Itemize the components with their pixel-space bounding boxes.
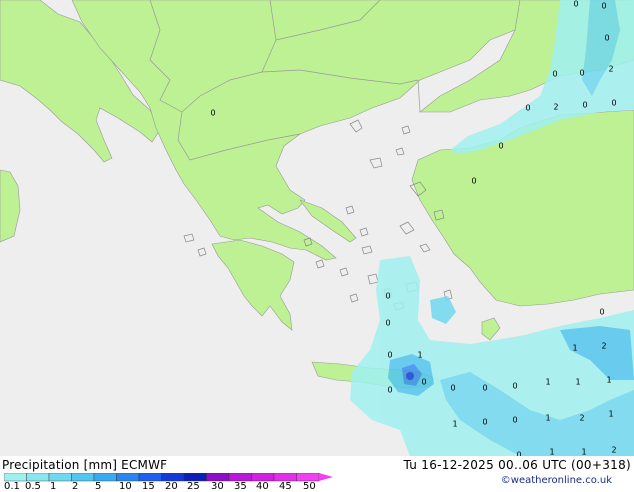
point-value-label: 1 xyxy=(452,420,457,429)
point-value-label: 0 xyxy=(482,418,487,427)
legend-tick-label: 2 xyxy=(72,481,79,492)
point-value-label: 0 xyxy=(579,69,584,78)
point-value-label: 2 xyxy=(579,414,584,423)
legend-swatch xyxy=(183,473,207,482)
legend-tick-label: 10 xyxy=(119,481,132,492)
legend-tick-label: 20 xyxy=(165,481,178,492)
point-value-label: 0 xyxy=(512,382,517,391)
point-value-label: 1 xyxy=(606,376,611,385)
point-value-label: 1 xyxy=(549,448,554,457)
legend-swatch xyxy=(93,473,117,482)
point-value-label: 0 xyxy=(512,416,517,425)
legend-tick-label: 50 xyxy=(303,481,316,492)
legend-swatch xyxy=(116,473,140,482)
point-value-label: 2 xyxy=(553,103,558,112)
point-value-label: 0 xyxy=(450,384,455,393)
point-value-label: 2 xyxy=(611,446,616,455)
point-value-label: 0 xyxy=(525,104,530,113)
legend-swatch xyxy=(206,473,230,482)
credit-link[interactable]: ©weatheronline.co.uk xyxy=(501,475,612,486)
valid-time: Tu 16-12-2025 00..06 UTC (00+318) xyxy=(403,458,631,472)
legend-tick-label: 0.1 xyxy=(4,481,20,492)
legend-swatch xyxy=(228,473,252,482)
point-value-label: 1 xyxy=(608,410,613,419)
legend-swatch xyxy=(26,473,50,482)
legend-arrow xyxy=(319,473,333,481)
legend-tick-label: 15 xyxy=(142,481,155,492)
point-value-label: 0 xyxy=(604,34,609,43)
point-value-label: 1 xyxy=(545,378,550,387)
point-value-label: 0 xyxy=(421,378,426,387)
legend-swatch xyxy=(4,473,27,482)
point-value-label: 0 xyxy=(498,142,503,151)
legend-swatch xyxy=(138,473,162,482)
legend-tick-label: 30 xyxy=(211,481,224,492)
point-value-label: 0 xyxy=(611,99,616,108)
point-value-label: 0 xyxy=(601,2,606,11)
legend-tick-label: 5 xyxy=(95,481,102,492)
point-value-label: 0 xyxy=(210,109,215,118)
point-value-label: 0 xyxy=(385,292,390,301)
legend-tick-label: 35 xyxy=(234,481,247,492)
point-value-label: 1 xyxy=(581,448,586,457)
point-value-label: 1 xyxy=(417,351,422,360)
legend-swatch xyxy=(161,473,185,482)
precipitation-map: 00000202000000000012001001111002110121 xyxy=(0,0,634,456)
point-value-label: 1 xyxy=(572,344,577,353)
legend-swatch xyxy=(273,473,297,482)
map-title: Precipitation [mm] ECMWF xyxy=(2,458,168,472)
footer-bar: Precipitation [mm] ECMWF Tu 16-12-2025 0… xyxy=(0,456,634,492)
legend-tick-label: 40 xyxy=(256,481,269,492)
legend-swatch xyxy=(48,473,72,482)
point-value-label: 1 xyxy=(575,378,580,387)
point-value-label: 1 xyxy=(545,414,550,423)
point-value-label: 2 xyxy=(608,65,613,74)
point-value-label: 0 xyxy=(552,70,557,79)
legend-tick-label: 25 xyxy=(187,481,200,492)
precip-max-core xyxy=(406,372,414,380)
legend-tick-label: 45 xyxy=(279,481,292,492)
point-value-label: 0 xyxy=(582,101,587,110)
point-value-label: 0 xyxy=(599,308,604,317)
legend-swatch xyxy=(251,473,275,482)
point-value-label: 0 xyxy=(471,177,476,186)
point-value-label: 0 xyxy=(573,0,578,9)
legend-swatch xyxy=(296,473,320,482)
point-value-label: 0 xyxy=(482,384,487,393)
legend-tick-label: 1 xyxy=(50,481,57,492)
point-value-label: 0 xyxy=(385,319,390,328)
point-value-label: 0 xyxy=(387,351,392,360)
legend-swatch xyxy=(71,473,95,482)
point-value-label: 0 xyxy=(387,386,392,395)
legend-tick-label: 0.5 xyxy=(25,481,41,492)
point-value-label: 2 xyxy=(601,342,606,351)
